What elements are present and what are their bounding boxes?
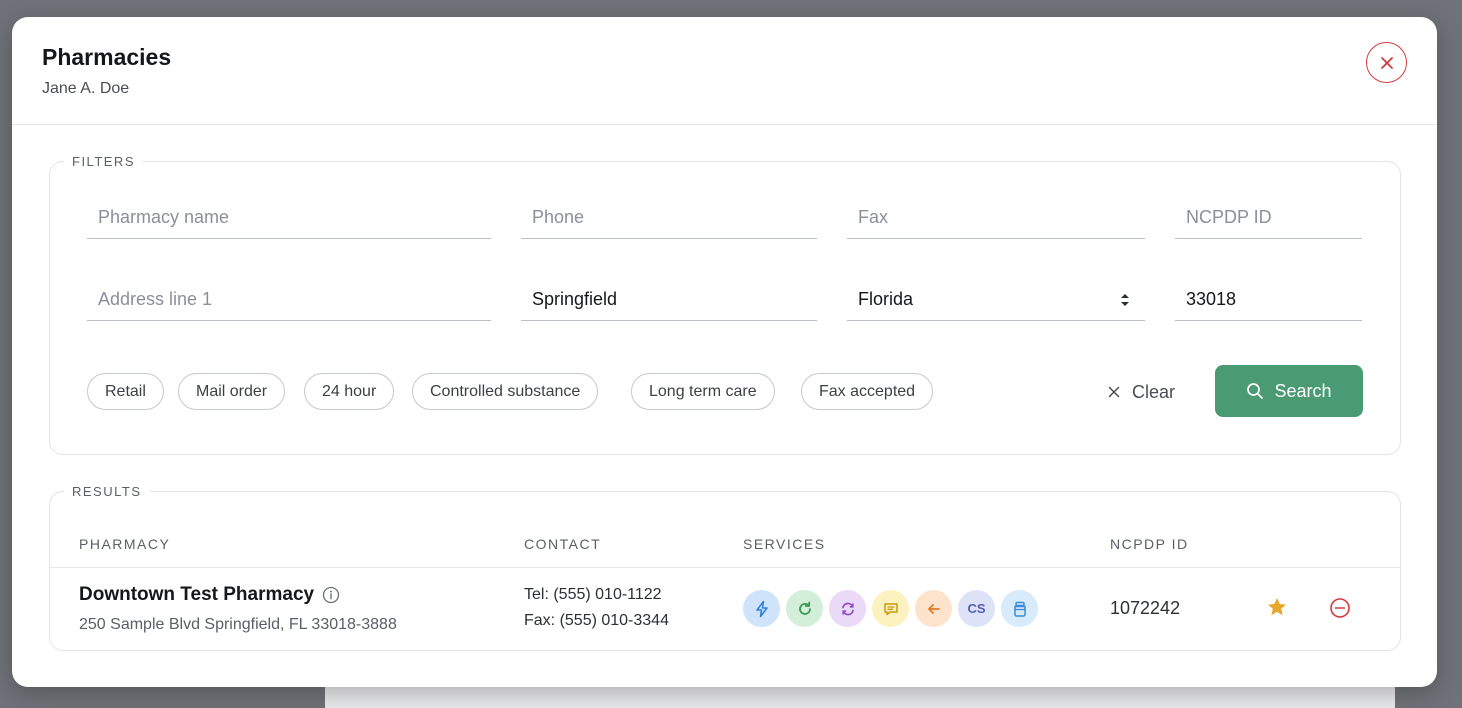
column-header-contact: CONTACT bbox=[524, 536, 602, 552]
address-line1-field[interactable] bbox=[87, 279, 491, 321]
header-divider bbox=[50, 567, 1400, 568]
search-label: Search bbox=[1274, 380, 1332, 401]
pill-bottle-icon bbox=[1001, 590, 1038, 627]
clear-button[interactable]: Clear bbox=[1108, 378, 1175, 406]
cs-icon: CS bbox=[958, 590, 995, 627]
remove-button[interactable] bbox=[1329, 597, 1351, 624]
chip-long-term-care[interactable]: Long term care bbox=[631, 373, 775, 410]
pharmacy-name-text: Downtown Test Pharmacy bbox=[79, 584, 315, 605]
ncpdp-id-value: 1072242 bbox=[1110, 598, 1181, 618]
chip-24-hour[interactable]: 24 hour bbox=[304, 373, 395, 410]
clear-label: Clear bbox=[1132, 381, 1176, 402]
city-input[interactable] bbox=[532, 289, 817, 310]
phone-input[interactable] bbox=[532, 207, 817, 228]
modal-header: Pharmacies Jane A. Doe bbox=[12, 17, 1437, 125]
chip-fax-accepted[interactable]: Fax accepted bbox=[801, 373, 934, 410]
column-header-ncpdp: NCPDP ID bbox=[1110, 536, 1189, 552]
ncpdp-id-input[interactable] bbox=[1186, 207, 1362, 228]
filters-legend: FILTERS bbox=[64, 154, 143, 169]
patient-name: Jane A. Doe bbox=[42, 80, 130, 97]
modal-title: Pharmacies bbox=[42, 44, 172, 70]
refresh-icon bbox=[786, 590, 823, 627]
pharmacy-fax: Fax: (555) 010-3344 bbox=[524, 612, 669, 629]
search-button[interactable]: Search bbox=[1215, 365, 1363, 417]
search-icon bbox=[1247, 383, 1264, 399]
zip-input[interactable] bbox=[1186, 289, 1362, 310]
arrow-left-icon bbox=[915, 590, 952, 627]
pharmacy-address: 250 Sample Blvd Springfield, FL 33018-38… bbox=[79, 616, 397, 633]
column-header-services: SERVICES bbox=[743, 536, 826, 552]
favorite-button[interactable] bbox=[1266, 596, 1288, 623]
message-icon bbox=[872, 590, 909, 627]
results-section: RESULTS PHARMACY CONTACT SERVICES NCPDP … bbox=[49, 484, 1401, 651]
chip-mail-order[interactable]: Mail order bbox=[178, 373, 286, 410]
chip-controlled-substance[interactable]: Controlled substance bbox=[412, 373, 599, 410]
filters-section: FILTERS Florida Retail Mail ord bbox=[49, 154, 1401, 455]
zip-field[interactable] bbox=[1175, 279, 1362, 321]
services-list: CS bbox=[743, 590, 1038, 627]
close-button[interactable] bbox=[1366, 42, 1407, 83]
state-value: Florida bbox=[858, 289, 914, 309]
fax-field[interactable] bbox=[847, 197, 1145, 239]
star-icon bbox=[1268, 598, 1286, 616]
pharmacy-name[interactable]: Downtown Test Pharmacy bbox=[79, 584, 340, 606]
pharmacies-modal: Pharmacies Jane A. Doe FILTERS Flo bbox=[12, 17, 1437, 687]
chip-retail[interactable]: Retail bbox=[87, 373, 164, 410]
minus-circle-icon bbox=[1330, 598, 1350, 618]
pharmacy-tel: Tel: (555) 010-1122 bbox=[524, 586, 662, 603]
fax-input[interactable] bbox=[858, 207, 1145, 228]
info-icon[interactable] bbox=[322, 586, 340, 604]
address-line1-input[interactable] bbox=[98, 289, 491, 310]
lightning-icon bbox=[743, 590, 780, 627]
close-icon bbox=[1108, 386, 1120, 398]
city-field[interactable] bbox=[521, 279, 817, 321]
state-select[interactable]: Florida bbox=[847, 279, 1145, 321]
results-legend: RESULTS bbox=[64, 484, 150, 499]
ncpdp-id-field[interactable] bbox=[1175, 197, 1362, 239]
close-icon bbox=[1380, 56, 1393, 69]
pharmacy-name-input[interactable] bbox=[98, 207, 491, 228]
pharmacy-name-field[interactable] bbox=[87, 197, 491, 239]
select-arrows-icon bbox=[1121, 294, 1129, 306]
column-header-pharmacy: PHARMACY bbox=[79, 536, 171, 552]
sync-icon bbox=[829, 590, 866, 627]
phone-field[interactable] bbox=[521, 197, 817, 239]
